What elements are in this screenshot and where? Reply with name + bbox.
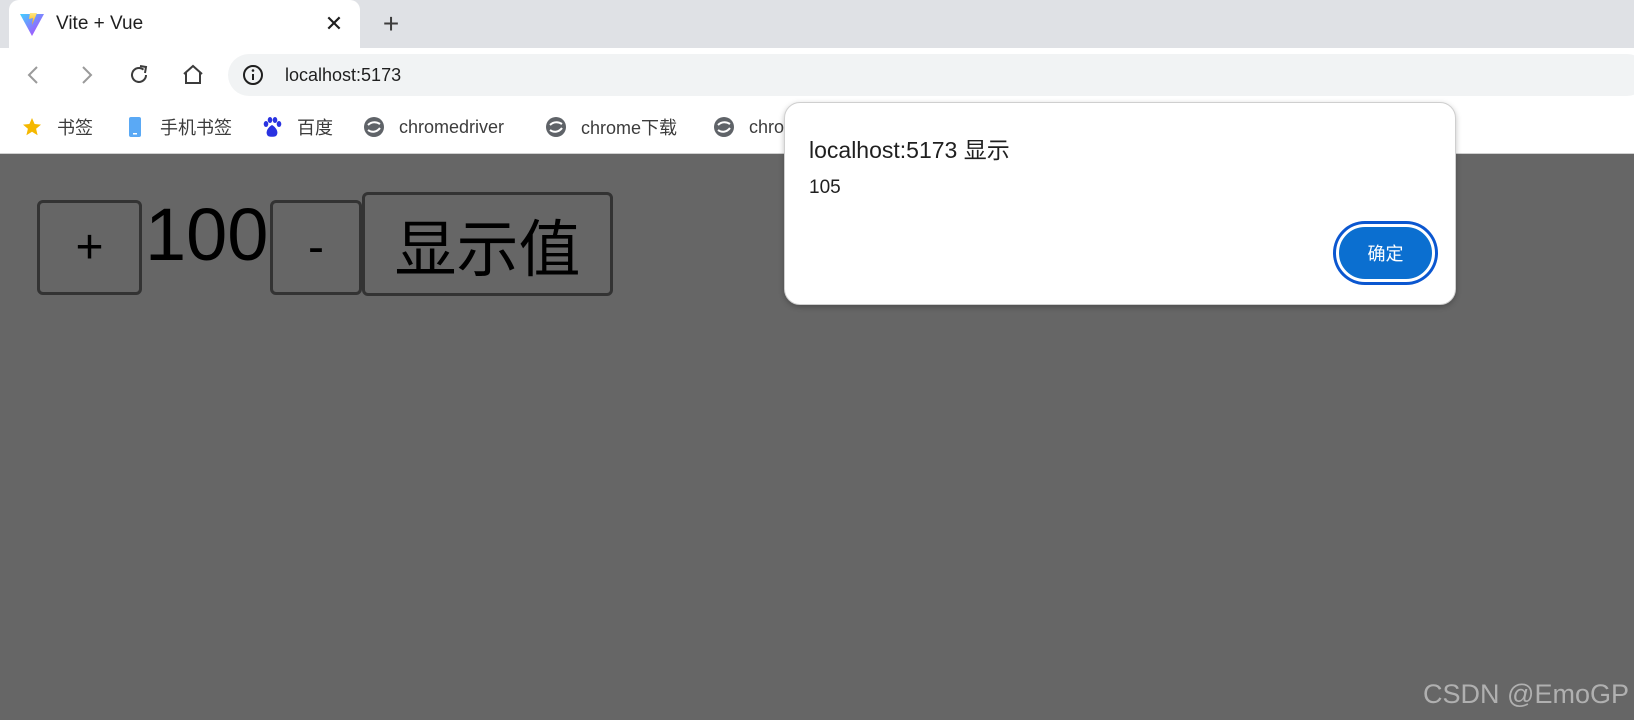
tab-active[interactable]: Vite + Vue ✕: [9, 0, 360, 48]
toolbar: localhost:5173: [0, 48, 1634, 100]
counter-value: 100: [145, 193, 269, 276]
bookmark-label: 书签: [57, 118, 93, 138]
bookmark-item[interactable]: 手机书签: [124, 113, 232, 141]
info-icon[interactable]: [242, 64, 264, 86]
forward-button[interactable]: [71, 60, 101, 90]
bookmark-label: chrome下载: [581, 118, 678, 138]
globe-icon: [713, 116, 735, 138]
star-icon: [21, 116, 43, 138]
globe-icon: [363, 116, 385, 138]
address-url[interactable]: localhost:5173: [285, 65, 401, 86]
bookmark-item[interactable]: chrome下载: [545, 113, 677, 141]
arrow-right-icon: [82, 66, 93, 84]
bookmark-label: chromedriver: [399, 116, 505, 137]
reload-button[interactable]: [124, 60, 154, 90]
tab-title: Vite + Vue: [56, 13, 144, 34]
bookmark-label: 手机书签: [160, 118, 232, 138]
globe-icon: [545, 116, 567, 138]
bookmark-label: chro: [749, 116, 785, 137]
back-button[interactable]: [19, 60, 49, 90]
dialog-title: localhost:5173 显示: [809, 137, 1010, 163]
bookmark-item[interactable]: chro: [713, 113, 784, 141]
tab-strip: Vite + Vue ✕ +: [0, 0, 1634, 48]
phone-icon: [124, 116, 146, 138]
alert-dialog: localhost:5173 显示 105 确定: [784, 102, 1456, 305]
browser-window: Vite + Vue ✕ + localhost:5173 书签 手机书签 百度…: [0, 0, 1634, 720]
vite-logo-icon: [20, 13, 44, 36]
reload-icon: [131, 65, 148, 83]
bookmark-label: 百度: [297, 118, 333, 138]
bookmark-item[interactable]: 书签: [21, 113, 93, 141]
new-tab-button[interactable]: +: [377, 8, 405, 39]
decrement-button[interactable]: -: [270, 200, 362, 295]
bookmark-item[interactable]: 百度: [261, 113, 333, 141]
arrow-left-icon: [27, 66, 38, 84]
watermark: CSDN @EmoGP: [1423, 679, 1629, 709]
dialog-message: 105: [809, 177, 841, 198]
address-bar[interactable]: localhost:5173: [228, 54, 1634, 96]
increment-button[interactable]: +: [37, 200, 142, 295]
show-value-button[interactable]: 显示值: [362, 192, 613, 296]
close-tab-icon[interactable]: ✕: [322, 11, 346, 36]
baidu-icon: [261, 116, 283, 138]
ok-button[interactable]: 确定: [1336, 224, 1435, 282]
bookmark-item[interactable]: chromedriver: [363, 113, 504, 141]
home-button[interactable]: [178, 60, 208, 90]
home-icon: [183, 64, 203, 84]
